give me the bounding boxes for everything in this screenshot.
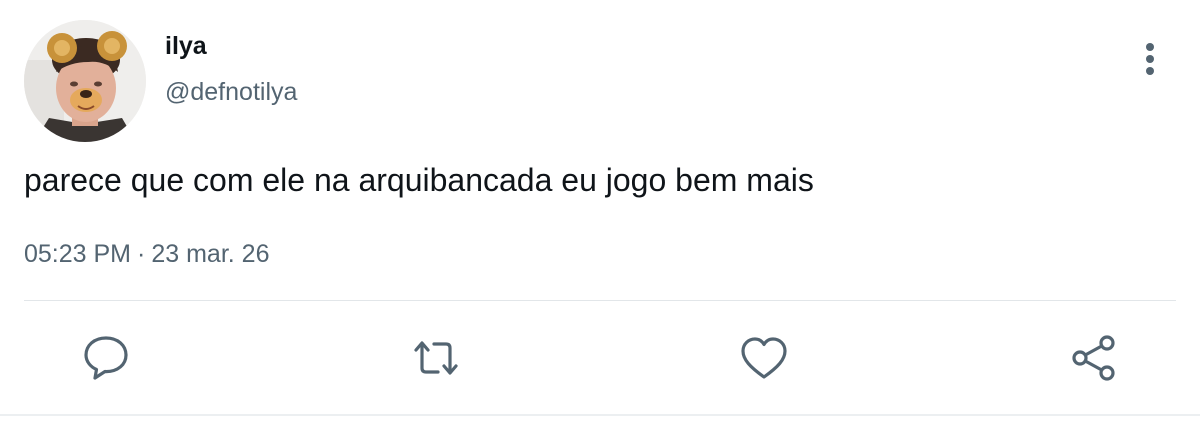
heart-icon bbox=[738, 332, 790, 384]
like-button[interactable] bbox=[738, 332, 790, 384]
meta-separator: · bbox=[137, 240, 146, 268]
share-icon bbox=[1068, 332, 1120, 384]
handle[interactable]: @defnotilya bbox=[165, 78, 297, 107]
tweet-card: ilya @defnotilya parece que com ele na a… bbox=[0, 0, 1200, 430]
retweet-icon bbox=[410, 332, 462, 384]
reply-icon bbox=[80, 332, 132, 384]
more-options-button[interactable] bbox=[1132, 38, 1168, 80]
display-name[interactable]: ilya bbox=[165, 32, 207, 61]
retweet-button[interactable] bbox=[410, 332, 462, 384]
tweet-time: 05:23 PM bbox=[24, 240, 132, 268]
bottom-divider bbox=[0, 414, 1200, 416]
reply-button[interactable] bbox=[80, 332, 132, 384]
share-button[interactable] bbox=[1068, 332, 1120, 384]
tweet-date: 23 mar. 26 bbox=[151, 240, 270, 268]
tweet-timestamp[interactable]: 05:23 PM · 23 mar. 26 bbox=[24, 240, 269, 269]
avatar[interactable] bbox=[24, 20, 146, 142]
divider bbox=[24, 300, 1176, 301]
more-vertical-icon bbox=[1132, 38, 1168, 80]
tweet-text: parece que com ele na arquibancada eu jo… bbox=[24, 162, 814, 198]
